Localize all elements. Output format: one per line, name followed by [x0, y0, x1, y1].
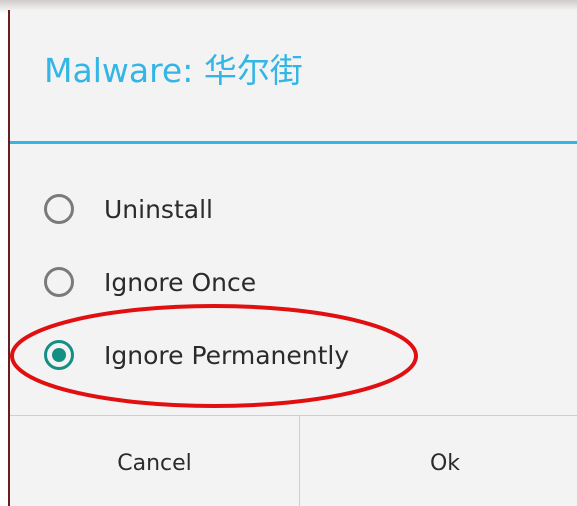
malware-dialog: Malware: 华尔街 Uninstall Ignore Once Ignor… [8, 10, 577, 506]
option-label: Uninstall [104, 194, 213, 224]
option-ignore-once[interactable]: Ignore Once [44, 260, 256, 304]
radio-button-checked-icon[interactable] [44, 340, 74, 370]
cancel-button[interactable]: Cancel [10, 416, 300, 506]
option-uninstall[interactable]: Uninstall [44, 187, 213, 231]
radio-button-unchecked-icon[interactable] [44, 194, 74, 224]
option-label: Ignore Once [104, 267, 257, 297]
option-label: Ignore Permanently [104, 340, 350, 370]
radio-dot [52, 348, 66, 362]
ok-button[interactable]: Ok [300, 416, 577, 506]
screen: Malware: 华尔街 Uninstall Ignore Once Ignor… [0, 0, 577, 506]
option-ignore-permanently[interactable]: Ignore Permanently [44, 333, 349, 377]
radio-button-unchecked-icon[interactable] [44, 267, 74, 297]
dialog-title: Malware: 华尔街 [44, 51, 303, 90]
dialog-button-bar: Cancel Ok [10, 415, 577, 506]
title-divider [10, 141, 577, 144]
